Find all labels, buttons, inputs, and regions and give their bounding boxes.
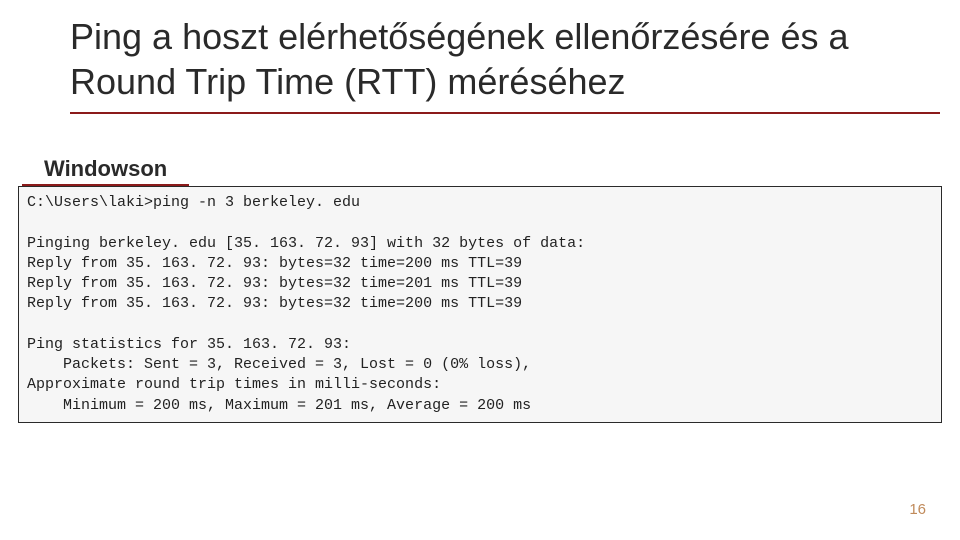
terminal-line: Minimum = 200 ms, Maximum = 201 ms, Aver… — [27, 397, 531, 414]
terminal-line: Packets: Sent = 3, Received = 3, Lost = … — [27, 356, 531, 373]
terminal-line: Approximate round trip times in milli-se… — [27, 376, 441, 393]
terminal-line: C:\Users\laki>ping -n 3 berkeley. edu — [27, 194, 360, 211]
terminal-line: Ping statistics for 35. 163. 72. 93: — [27, 336, 351, 353]
page-number: 16 — [909, 501, 926, 518]
section-label: Windowson — [22, 120, 189, 186]
slide-title: Ping a hoszt elérhetőségének ellenőrzésé… — [70, 0, 940, 114]
section-label-wrap: Windowson — [0, 120, 960, 186]
terminal-output: C:\Users\laki>ping -n 3 berkeley. edu Pi… — [18, 186, 942, 423]
terminal-line: Pinging berkeley. edu [35. 163. 72. 93] … — [27, 235, 585, 252]
terminal-line: Reply from 35. 163. 72. 93: bytes=32 tim… — [27, 255, 522, 272]
terminal-line: Reply from 35. 163. 72. 93: bytes=32 tim… — [27, 275, 522, 292]
terminal-line: Reply from 35. 163. 72. 93: bytes=32 tim… — [27, 295, 522, 312]
